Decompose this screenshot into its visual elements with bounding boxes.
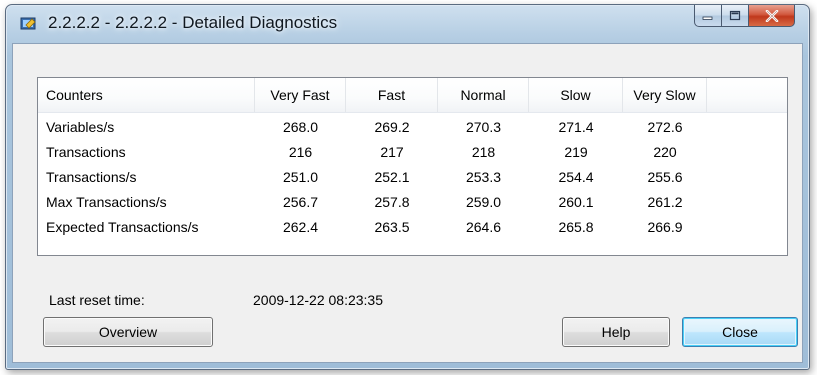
diagnostics-app-icon [20, 17, 36, 30]
counter-name-cell: Variables/s [46, 119, 115, 135]
counter-value-cell: 216 [288, 144, 313, 160]
column-header-counters[interactable]: Counters [38, 78, 255, 112]
counter-value-cell: 254.4 [558, 169, 594, 185]
counter-name-cell: Transactions [46, 144, 126, 160]
counter-value-cell: 264.6 [465, 219, 502, 235]
counter-name-cell: Expected Transactions/s [46, 219, 199, 235]
counter-name-cell: Max Transactions/s [46, 194, 167, 210]
minimize-button[interactable] [694, 5, 722, 27]
close-window-button[interactable] [749, 5, 795, 27]
counter-value-cell: 270.3 [465, 119, 502, 135]
overview-button[interactable]: Overview [43, 317, 213, 347]
counter-value-cell: 260.1 [558, 194, 594, 210]
reset-time-value: 2009-12-22 08:23:35 [253, 292, 383, 308]
help-button[interactable]: Help [562, 317, 670, 347]
counter-value-cell: 218 [471, 144, 496, 160]
diagnostics-window: 2.2.2.2 - 2.2.2.2 - Detailed Diagnostics [5, 4, 810, 370]
counter-value-cell: 259.0 [465, 194, 502, 210]
counter-value-cell: 256.7 [282, 194, 319, 210]
counter-value-cell: 266.9 [647, 219, 683, 235]
counter-value-cell: 257.8 [374, 194, 410, 210]
counter-value-cell: 255.6 [647, 169, 683, 185]
close-x-icon [765, 9, 778, 22]
counter-value-cell: 265.8 [558, 219, 594, 235]
maximize-button[interactable] [722, 5, 749, 27]
close-button[interactable]: Close [682, 317, 798, 347]
column-header-very-fast[interactable]: Very Fast [255, 78, 346, 112]
counter-value-cell: 271.4 [558, 119, 594, 135]
column-header-fast[interactable]: Fast [346, 78, 438, 112]
counter-value-cell: 261.2 [647, 194, 683, 210]
counter-value-cell: 219 [564, 144, 588, 160]
counter-value-cell: 252.1 [374, 169, 410, 185]
counter-value-cell: 272.6 [647, 119, 683, 135]
counter-value-cell: 268.0 [282, 119, 319, 135]
title-bar[interactable]: 2.2.2.2 - 2.2.2.2 - Detailed Diagnostics [6, 5, 809, 43]
counter-name-cell: Transactions/s [46, 169, 137, 185]
counter-value-cell: 269.2 [374, 119, 410, 135]
column-header-normal[interactable]: Normal [438, 78, 529, 112]
maximize-icon [729, 10, 741, 21]
caption-buttons [694, 5, 795, 29]
counter-value-cell: 262.4 [282, 219, 319, 235]
counter-value-cell: 263.5 [374, 219, 410, 235]
counter-value-cell: 220 [653, 144, 677, 160]
column-header-very-slow[interactable]: Very Slow [623, 78, 707, 112]
counter-value-cell: 217 [380, 144, 404, 160]
column-header-slow[interactable]: Slow [529, 78, 623, 112]
minimize-icon [702, 16, 713, 20]
window-title: 2.2.2.2 - 2.2.2.2 - Detailed Diagnostics [48, 13, 338, 32]
counter-value-cell: 253.3 [465, 169, 502, 185]
counter-value-cell: 251.0 [282, 169, 319, 185]
reset-time-label: Last reset time: [49, 292, 145, 308]
dialog-client-area: Counters Very Fast Fast Normal Slow Very Slow… [12, 43, 803, 363]
counters-table[interactable]: Counters Very Fast Fast Normal Slow Very Slow… [37, 77, 788, 256]
